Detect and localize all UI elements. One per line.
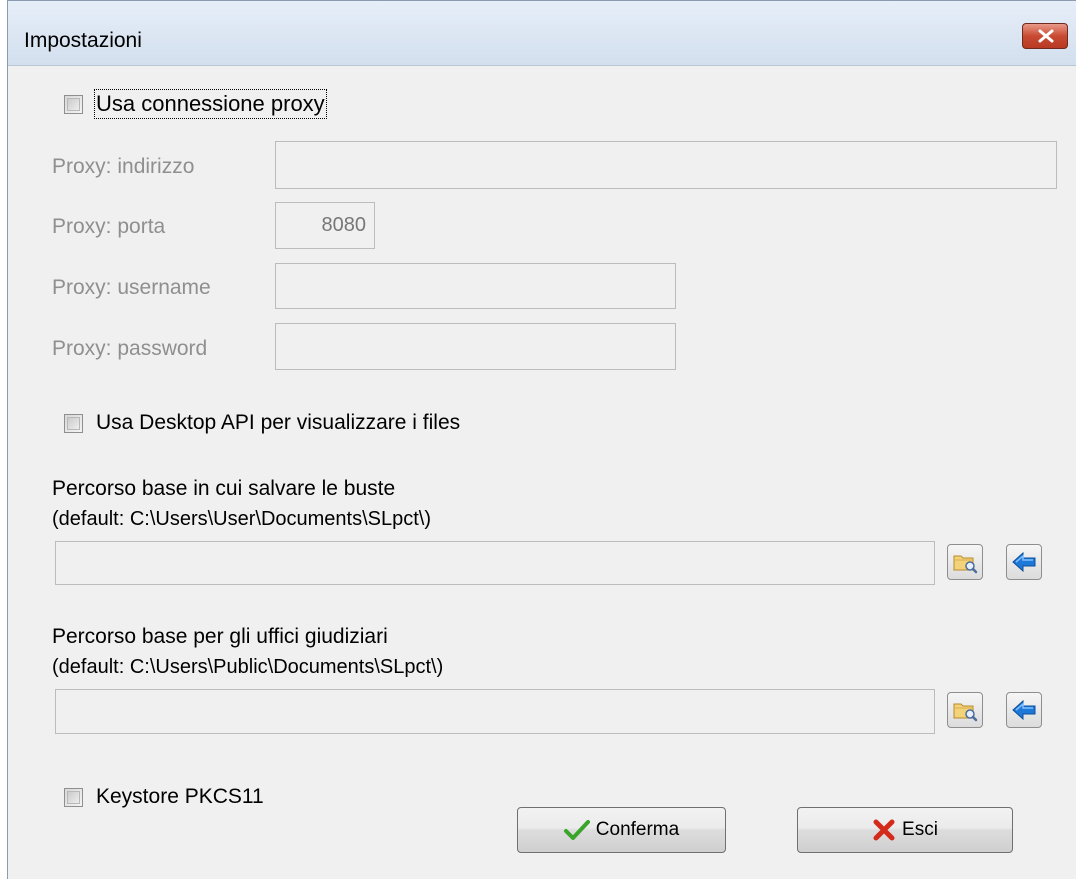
exit-button[interactable]: Esci [797, 807, 1013, 853]
confirm-button[interactable]: Conferma [517, 807, 726, 853]
desktop-api-label[interactable]: Usa Desktop API per visualizzare i files [96, 411, 460, 435]
cross-icon [873, 819, 895, 841]
desktop-api-checkbox[interactable] [64, 414, 83, 433]
proxy-port-label: Proxy: porta [52, 215, 166, 238]
keystore-pkcs11-checkbox[interactable] [64, 788, 83, 807]
folder-browse-icon [953, 703, 978, 722]
exit-label: Esci [902, 819, 938, 840]
folder-browse-icon [953, 555, 978, 574]
arrow-left-icon [1012, 699, 1036, 721]
use-proxy-label[interactable]: Usa connessione proxy [94, 89, 327, 119]
settings-dialog: Impostazioni Usa connessione proxy Proxy… [7, 0, 1076, 879]
proxy-password-label: Proxy: password [52, 337, 208, 360]
offices-path-input[interactable] [55, 689, 935, 734]
offices-path-label: Percorso base per gli uffici giudiziari [52, 625, 388, 648]
envelopes-path-default-hint: (default: C:\Users\User\Documents\SLpct\… [52, 508, 432, 530]
close-button[interactable] [1022, 23, 1068, 49]
offices-reset-button[interactable] [1006, 692, 1042, 728]
envelopes-reset-button[interactable] [1006, 544, 1042, 580]
checkmark-icon [563, 820, 590, 840]
offices-path-default-hint: (default: C:\Users\Public\Documents\SLpc… [52, 656, 444, 678]
proxy-port-input[interactable] [275, 202, 375, 249]
proxy-address-label: Proxy: indirizzo [52, 155, 195, 178]
proxy-password-input[interactable] [275, 323, 676, 370]
use-proxy-checkbox[interactable] [64, 95, 83, 114]
confirm-label: Conferma [595, 819, 680, 840]
envelopes-path-label: Percorso base in cui salvare le buste [52, 477, 396, 500]
keystore-pkcs11-label[interactable]: Keystore PKCS11 [96, 785, 264, 809]
offices-browse-button[interactable] [947, 692, 983, 728]
close-icon [1038, 29, 1054, 43]
title-bar: Impostazioni [8, 1, 1076, 66]
envelopes-path-input[interactable] [55, 541, 935, 585]
proxy-username-label: Proxy: username [52, 276, 211, 299]
arrow-left-icon [1012, 551, 1036, 573]
window-title: Impostazioni [24, 29, 142, 52]
proxy-address-input[interactable] [275, 141, 1057, 189]
proxy-username-input[interactable] [275, 263, 676, 309]
envelopes-browse-button[interactable] [947, 544, 983, 580]
